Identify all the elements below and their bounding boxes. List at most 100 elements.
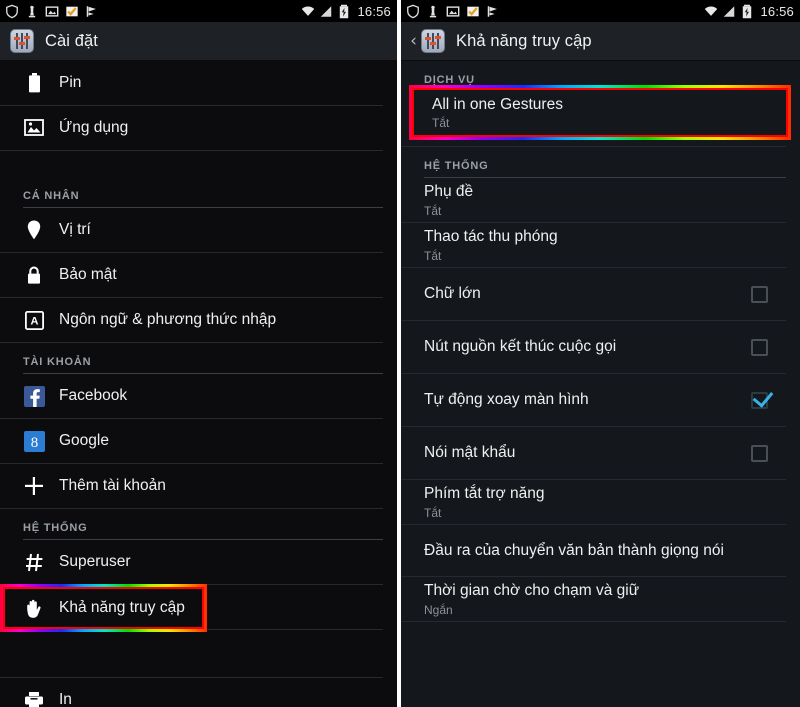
list-item-label: Tự động xoay màn hình	[424, 391, 589, 409]
list-item-label: Nói mật khẩu	[424, 444, 516, 462]
battery-icon	[23, 72, 45, 94]
list-item-label: Google	[59, 432, 109, 450]
list-item-location[interactable]: Vị trí	[0, 208, 383, 253]
list-item-label: Nút nguồn kết thúc cuộc gọi	[424, 338, 617, 356]
status-bar-system-icons-right: 16:56	[704, 4, 794, 19]
status-bar-notification-icons	[5, 4, 99, 19]
list-item-label: Facebook	[59, 387, 128, 405]
printer-icon	[23, 689, 45, 707]
checkbox-speak-passwords[interactable]	[751, 444, 768, 462]
list-item-label: Ngôn ngữ & phương thức nhập	[59, 311, 277, 329]
list-item-text-to-speech-output[interactable]: Đầu ra của chuyển văn bản thành giọng nó…	[401, 525, 786, 577]
right-action-bar: ‹ Khả năng truy cập	[401, 22, 800, 61]
list-item-sublabel: Tắt	[424, 248, 442, 263]
status-bar-left: 16:56	[0, 0, 397, 22]
list-item-sublabel: Ngắn	[424, 602, 453, 617]
list-item-captions[interactable]: Phụ đề Tắt	[401, 178, 786, 223]
plus-icon	[23, 475, 45, 497]
flag-icon	[86, 5, 96, 17]
list-item-facebook[interactable]: Facebook	[0, 374, 383, 419]
left-action-bar: Cài đặt	[0, 22, 397, 61]
section-header-personal: CÁ NHÂN	[23, 177, 383, 208]
google-icon: 8	[23, 430, 45, 452]
list-item-superuser[interactable]: Superuser	[0, 540, 383, 585]
section-header-system: HỆ THỐNG	[23, 509, 383, 540]
list-item-accessibility[interactable]	[0, 630, 383, 678]
svg-text:A: A	[30, 315, 38, 327]
back-chevron-icon[interactable]: ‹	[407, 32, 420, 50]
list-item-touch-hold-delay[interactable]: Thời gian chờ cho chạm và giữ Ngắn	[401, 577, 786, 622]
list-item-accessibility-shortcut[interactable]: Phím tắt trợ năng Tắt	[401, 480, 786, 525]
list-item-label: Ứng dụng	[59, 119, 129, 137]
list-item-apps[interactable]: Ứng dụng	[0, 106, 383, 151]
right-panel-accessibility: 16:56 ‹ Khả năng truy cập DỊCH VỤ HỆ THỐ…	[401, 0, 800, 707]
checkbox-large-text[interactable]	[751, 285, 768, 303]
svg-text:8: 8	[30, 435, 38, 451]
section-header-system: HỆ THỐNG	[424, 147, 786, 178]
list-item-label: Phím tắt trợ năng	[424, 485, 545, 503]
lock-icon	[23, 264, 45, 286]
panel-divider	[397, 0, 401, 707]
list-item-label: Thao tác thu phóng	[424, 228, 558, 246]
list-item-security[interactable]: Bảo mật	[0, 253, 383, 298]
list-item-print[interactable]: In	[0, 678, 383, 707]
list-item-google[interactable]: 8 Google	[0, 419, 383, 464]
list-item-language-input[interactable]: A Ngôn ngữ & phương thức nhập	[0, 298, 383, 343]
list-item-add-account[interactable]: Thêm tài khoản	[0, 464, 383, 509]
list-item-label: Thêm tài khoản	[59, 477, 166, 495]
list-item-label: Superuser	[59, 553, 131, 571]
pawn-icon	[28, 5, 36, 17]
accessibility-list: DỊCH VỤ HỆ THỐNG Phụ đề Tắt Thao tác thu…	[401, 61, 800, 622]
checkbox-power-button-ends-call[interactable]	[751, 338, 768, 356]
page-title: Khả năng truy cập	[456, 31, 592, 50]
list-item-auto-rotate-screen[interactable]: Tự động xoay màn hình	[401, 374, 786, 427]
page-title: Cài đặt	[45, 31, 98, 50]
battery-charging-icon	[340, 4, 349, 18]
list-item-sublabel: Tắt	[424, 505, 442, 520]
list-item-sublabel: Tắt	[424, 203, 442, 218]
status-bar-clock: 16:56	[760, 3, 794, 19]
list-item-label: Phụ đề	[424, 183, 474, 201]
signal-bars-icon	[321, 5, 332, 17]
flag-icon	[487, 5, 497, 17]
settings-sliders-icon	[10, 29, 34, 53]
checkmark-box-icon	[66, 6, 78, 16]
status-bar-right: 16:56	[401, 0, 800, 22]
signal-bars-icon	[724, 5, 735, 17]
clock-icon	[23, 596, 45, 618]
shield-icon	[6, 4, 18, 18]
facebook-icon	[23, 385, 45, 407]
list-item-label: Bảo mật	[59, 266, 117, 284]
battery-charging-icon	[743, 4, 752, 18]
list-item-magnification[interactable]: Thao tác thu phóng Tắt	[401, 223, 786, 268]
list-item-speak-passwords[interactable]: Nói mật khẩu	[401, 427, 786, 480]
checkmark-box-icon	[467, 6, 479, 16]
status-bar-clock: 16:56	[357, 3, 391, 19]
list-item-date-time[interactable]: Ngày & giờ	[0, 585, 383, 630]
list-group-spacer	[0, 151, 397, 177]
list-item-large-text[interactable]: Chữ lớn	[401, 268, 786, 321]
checkbox-auto-rotate-screen[interactable]	[751, 391, 768, 409]
hash-icon	[23, 551, 45, 573]
list-item-label: Pin	[59, 74, 82, 92]
list-item-label: Đầu ra của chuyển văn bản thành giọng nó…	[424, 541, 724, 559]
left-panel-settings: 16:56 Cài đặt Pin Ứng dụng CÁ NHÂN Vị tr…	[0, 0, 397, 707]
list-item-label: Ngày & giờ	[59, 598, 137, 616]
location-pin-icon	[23, 219, 45, 241]
list-item-power-button-ends-call[interactable]: Nút nguồn kết thúc cuộc gọi	[401, 321, 786, 374]
list-item-label: Vị trí	[59, 221, 91, 239]
screenshot-icon	[446, 5, 460, 17]
wifi-icon	[705, 5, 718, 16]
list-item-label: In	[59, 691, 72, 707]
section-header-accounts: TÀI KHOẢN	[23, 343, 383, 374]
settings-list: Pin Ứng dụng CÁ NHÂN Vị trí Bảo mật A Ng…	[0, 61, 397, 707]
wifi-icon	[302, 5, 315, 16]
screenshot-icon	[45, 5, 59, 17]
shield-icon	[407, 4, 419, 18]
screenshot-root: 16:56 Cài đặt Pin Ứng dụng CÁ NHÂN Vị tr…	[0, 0, 800, 707]
status-bar-notification-icons-right	[406, 4, 500, 19]
list-item-all-in-one-gestures[interactable]	[401, 92, 786, 147]
list-item-pin[interactable]: Pin	[0, 61, 383, 106]
settings-sliders-icon	[421, 29, 445, 53]
apps-icon	[23, 117, 45, 139]
